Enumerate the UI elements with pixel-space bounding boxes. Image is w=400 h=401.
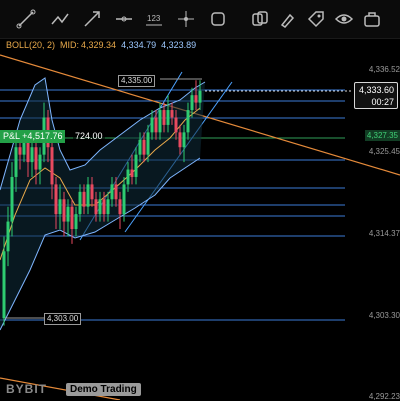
candle <box>30 147 34 163</box>
demo-trading-badge: Demo Trading <box>66 383 141 396</box>
candle <box>114 184 118 200</box>
candle <box>58 199 62 215</box>
candle <box>190 95 194 111</box>
candle <box>186 110 190 133</box>
candle <box>18 147 22 155</box>
candle <box>158 110 162 133</box>
candle <box>50 147 54 185</box>
candle <box>154 117 158 133</box>
candle <box>82 191 86 207</box>
boll-mid: 4,329.34 <box>81 40 117 50</box>
eye-icon[interactable] <box>334 9 354 29</box>
candle <box>146 132 150 155</box>
candle <box>2 251 6 319</box>
candle <box>178 132 182 148</box>
candle <box>142 139 146 155</box>
candle <box>6 221 10 252</box>
candle <box>54 184 58 215</box>
svg-text:123: 123 <box>147 14 161 23</box>
candle <box>110 184 114 200</box>
candle <box>70 206 74 230</box>
candle <box>182 132 186 148</box>
bag-icon[interactable] <box>362 9 382 29</box>
drawing-toolbar: 123 <box>0 0 400 39</box>
boll-indicator: BOLL(20, 2) MID: 4,329.34 4,334.79 4,323.89 <box>6 40 201 50</box>
candle <box>150 117 154 133</box>
candle <box>86 184 90 207</box>
shape-icon[interactable] <box>208 9 228 29</box>
trend-line-icon[interactable] <box>16 9 36 29</box>
current-price: 4,333.60 <box>358 85 394 95</box>
price-chart[interactable] <box>0 38 400 400</box>
candle <box>10 176 14 222</box>
high-mark-label: 4,335.00 <box>118 75 156 87</box>
candle <box>66 206 70 222</box>
candle <box>162 110 166 125</box>
horizontal-line-icon[interactable] <box>114 9 134 29</box>
candle <box>106 199 110 215</box>
candle <box>74 214 78 230</box>
price-label-1: 4,336.52 <box>368 65 400 74</box>
candle <box>78 191 82 215</box>
candle <box>94 199 98 215</box>
candle <box>134 154 138 177</box>
candle <box>26 139 30 163</box>
candle <box>38 154 42 170</box>
tag-icon[interactable] <box>306 9 326 29</box>
candle <box>62 199 66 222</box>
boll-upper: 4,334.79 <box>121 40 157 50</box>
pnl-badge[interactable]: P&L +4,517.76 <box>0 130 66 143</box>
candle <box>130 169 134 177</box>
candle <box>98 199 102 215</box>
crosshair-icon[interactable] <box>176 9 196 29</box>
boll-lower: 4,323.89 <box>161 40 197 50</box>
candle <box>194 95 198 103</box>
candle <box>170 110 174 118</box>
candle <box>166 110 170 125</box>
position-qty[interactable]: 724.00 <box>73 130 105 143</box>
low-mark-label: 4,303.00 <box>44 313 82 325</box>
candle <box>126 169 130 185</box>
brush-icon[interactable] <box>278 9 298 29</box>
candle <box>34 147 38 170</box>
price-label-4: 4,303.30 <box>368 311 400 320</box>
ray-icon[interactable] <box>82 9 102 29</box>
boll-mid-label: MID: <box>60 40 80 50</box>
candle <box>174 117 178 133</box>
brand-watermark: BYBIT <box>6 382 47 396</box>
candle <box>102 199 106 215</box>
price-label-2: 4,325.45 <box>368 147 400 156</box>
fib-icon[interactable]: 123 <box>144 9 164 29</box>
path-icon[interactable] <box>50 9 70 29</box>
current-price-marker: 4,333.60 00:27 <box>354 82 398 109</box>
candle <box>122 184 126 215</box>
candle <box>138 139 142 155</box>
candle <box>14 147 18 177</box>
boll-label: BOLL(20, 2) <box>6 40 56 50</box>
price-label-3: 4,314.37 <box>368 229 400 238</box>
candle <box>198 90 202 103</box>
candle <box>118 199 122 215</box>
entry-price-label: 4,327.35 <box>364 130 400 141</box>
candle <box>90 184 94 200</box>
layers-icon[interactable] <box>250 9 270 29</box>
candle-countdown: 00:27 <box>371 97 394 107</box>
